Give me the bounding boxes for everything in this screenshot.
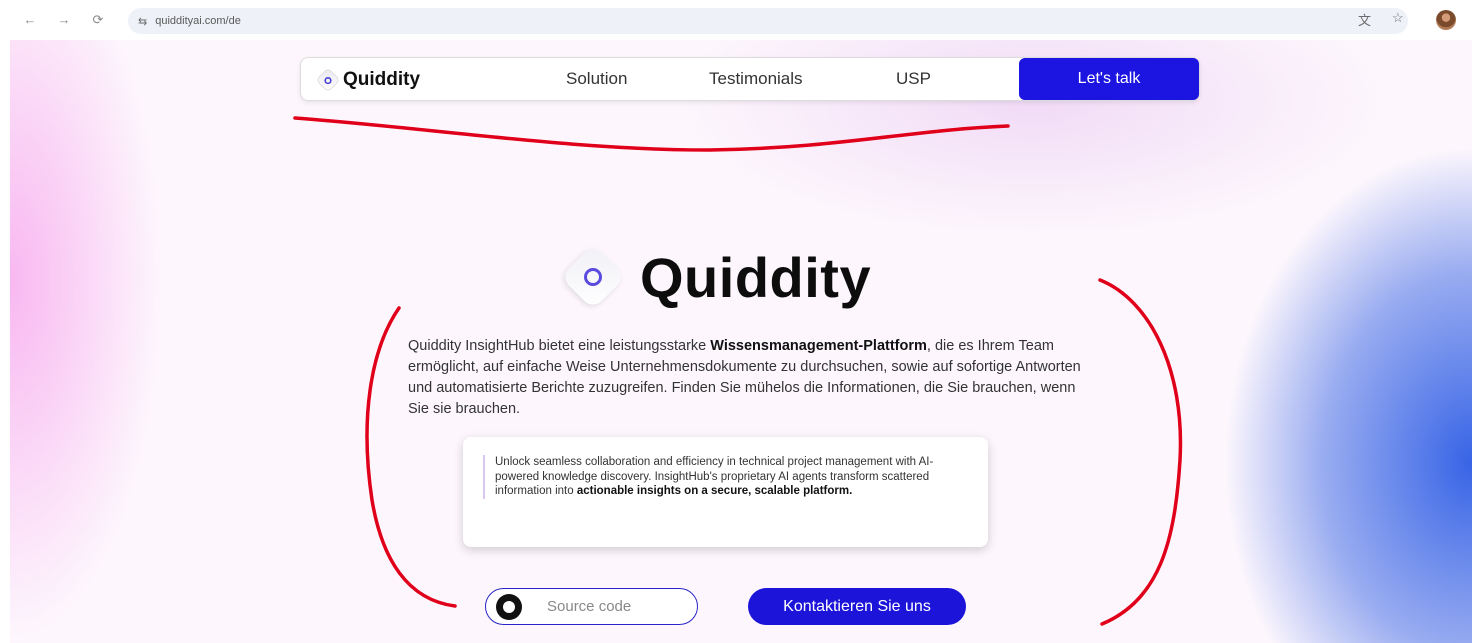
contact-us-button[interactable]: Kontaktieren Sie uns bbox=[748, 588, 966, 625]
lets-talk-button[interactable]: Let's talk bbox=[1019, 58, 1199, 100]
insight-card-text: Unlock seamless collaboration and effici… bbox=[483, 455, 966, 499]
translate-icon[interactable]: 文 bbox=[1358, 10, 1371, 29]
address-bar[interactable]: ⇆ quiddityai.com/de bbox=[128, 8, 1408, 34]
nav-brand-name: Quiddity bbox=[343, 69, 421, 90]
hero-description: Quiddity InsightHub bietet eine leistung… bbox=[408, 336, 1098, 420]
star-icon[interactable]: ☆ bbox=[1392, 10, 1404, 26]
hero-title: Quiddity bbox=[640, 245, 872, 309]
top-navigation: Quiddity Solution Testimonials USP Let's… bbox=[300, 57, 1200, 101]
browser-toolbar: ← → ⟳ ⇆ quiddityai.com/de 文 ☆ bbox=[0, 0, 1472, 40]
insight-card: Unlock seamless collaboration and effici… bbox=[463, 437, 988, 547]
card-text-highlight: actionable insights on a secure, scalabl… bbox=[576, 485, 853, 497]
profile-avatar[interactable] bbox=[1436, 10, 1456, 30]
source-code-button[interactable]: Source code bbox=[485, 588, 698, 625]
nav-link-solution[interactable]: Solution bbox=[566, 69, 627, 89]
site-settings-icon[interactable]: ⇆ bbox=[138, 15, 147, 28]
quiddity-logo-icon bbox=[560, 244, 626, 310]
nav-link-usp[interactable]: USP bbox=[896, 69, 931, 89]
hero-desc-start: Quiddity InsightHub bietet eine leistung… bbox=[408, 338, 711, 354]
page-viewport: Quiddity Solution Testimonials USP Let's… bbox=[10, 40, 1472, 643]
hero-desc-highlight: Wissensmanagement-Plattform bbox=[710, 338, 927, 354]
arrow-left-icon[interactable]: ← bbox=[20, 10, 40, 30]
hero-logo: Quiddity bbox=[560, 244, 872, 310]
nav-link-testimonials[interactable]: Testimonials bbox=[709, 69, 803, 89]
reload-icon[interactable]: ⟳ bbox=[88, 10, 108, 30]
quiddity-logo-icon bbox=[315, 67, 341, 93]
url-text: quiddityai.com/de bbox=[155, 15, 241, 27]
github-icon bbox=[496, 593, 522, 620]
source-code-label: Source code bbox=[547, 598, 632, 615]
nav-brand[interactable]: Quiddity bbox=[315, 67, 421, 93]
arrow-right-icon[interactable]: → bbox=[54, 10, 74, 30]
